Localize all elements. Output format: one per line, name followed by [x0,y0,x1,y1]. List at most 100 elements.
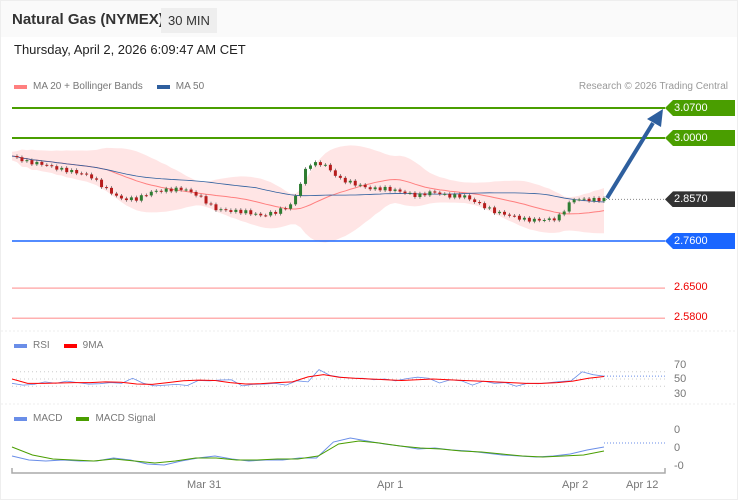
candle [119,195,123,199]
candle [448,193,452,198]
candle [144,195,148,197]
candle [154,190,158,192]
price-tag-current: 2.8570 [665,191,735,208]
macd-axis-mid: 0 [674,442,681,454]
candle [114,193,118,196]
candle [468,195,472,200]
candle [532,218,536,222]
candle [20,157,24,162]
price-tag-target: 2.5800 [674,311,708,324]
candle [219,209,223,211]
rsi-axis-70: 70 [674,359,687,371]
rsi-axis-50: 50 [674,373,687,385]
candle [478,202,482,204]
candle [458,194,462,198]
candle [398,189,402,192]
candle [358,184,362,186]
forecast-arrow-head [647,109,663,127]
macd-signal-line [11,440,605,464]
candle [408,192,412,194]
candle [45,164,49,166]
macd-line [11,437,605,466]
candle [383,186,387,191]
candle [254,213,258,215]
candle [338,175,342,178]
candle [542,219,546,221]
candle [562,211,566,215]
candle [323,164,327,166]
candle [527,217,531,222]
candle [552,218,556,221]
price-tag-support: 2.7600 [665,232,735,249]
candle [279,208,283,214]
candle [60,167,64,170]
candle [413,192,417,197]
candle [587,198,591,202]
candle [15,156,19,158]
candle [348,180,352,183]
candle [368,187,372,190]
candle [503,211,507,215]
candle [313,162,317,166]
candle [25,160,29,162]
candle [129,197,133,201]
price-tag-resistance: 3.0000 [665,130,735,147]
candle [55,166,59,170]
candle [149,191,153,196]
candle [428,191,432,196]
x-label-apr12: Apr 12 [626,479,659,491]
forecast-arrow [605,121,655,200]
candle [40,161,44,165]
rsi-axis-30: 30 [674,388,687,400]
candle [194,191,198,196]
candle [35,161,39,165]
candle [597,197,601,202]
candle [229,210,233,212]
x-label-mar31: Mar 31 [187,479,222,491]
candle [378,187,382,191]
candle [373,187,377,190]
candle [100,179,104,188]
candle [184,189,188,191]
candle [498,211,502,214]
chart-canvas[interactable] [1,1,738,500]
candle [249,210,253,215]
candle [134,197,138,201]
price-tag-target: 2.6500 [674,281,708,294]
candle [453,194,457,198]
candle [105,187,109,189]
candle [438,192,442,195]
candle [363,184,367,188]
candle [264,215,268,217]
candle [80,173,84,175]
candle [30,160,34,165]
candle [85,173,89,175]
candle [537,218,541,221]
candle [164,188,168,192]
candle [547,218,551,220]
candle [512,215,516,217]
candle [204,196,208,204]
rsi-ma-line [11,374,605,385]
candle [333,170,337,176]
candle [95,178,99,180]
candle [139,195,143,201]
candle [567,202,571,212]
candle [75,169,79,174]
macd-axis-top: 0 [674,424,681,436]
candle [443,193,447,195]
candle [418,193,422,197]
candle [577,199,581,201]
candle [473,199,477,203]
candle [592,197,596,202]
candle [274,211,278,214]
candle [388,186,392,191]
candle [343,177,347,183]
price-tag-resistance: 3.0700 [665,100,735,116]
candle [189,189,193,192]
candle [517,215,521,220]
candle [159,190,163,192]
macd-axis-bottom: -0 [674,460,684,472]
chart-widget: Natural Gas (NYMEX) 30 MIN Thursday, Apr… [0,0,738,500]
candle [308,165,312,169]
